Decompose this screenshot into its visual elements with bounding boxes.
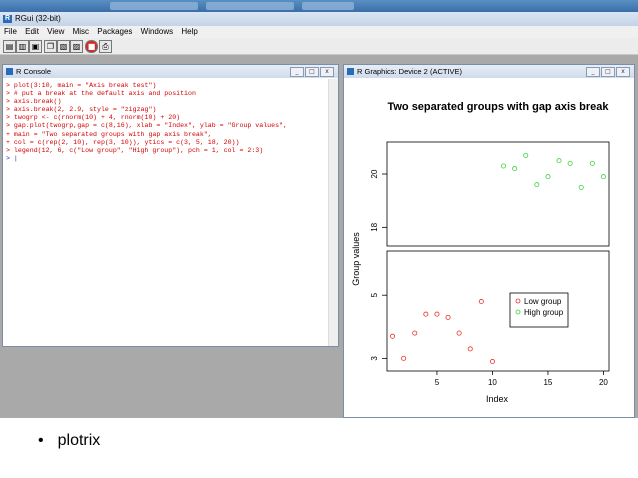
console-line: > legend(12, 6, c("Low group", "High gro… [6,146,264,154]
data-point-high-group [523,152,529,158]
y-axis-label: Group values [351,232,361,286]
data-point-low-group [445,314,451,320]
chart-title: Two separated groups with gap axis break [387,101,609,113]
data-point-high-group [567,160,573,166]
r-console-window: R Console _ □ x > plot(3:10, main = "Axi… [2,64,339,347]
app-title: RGui (32-bit) [15,14,61,23]
console-output[interactable]: > plot(3:10, main = "Axis break test") >… [3,79,328,346]
data-point-high-group [556,158,562,164]
console-line: + col = c(rep(2, 10), rep(3, 10)), ytics… [6,138,240,146]
gap-plot-chart: Two separated groups with gap axis break… [351,101,610,404]
slide-bullet: • plotrix [38,432,100,450]
data-point-low-group [390,333,396,339]
copy-icon[interactable]: ❐ [44,40,57,53]
data-point-high-group [534,182,540,188]
toolbar: ▤ ▥ ▣ ❐ ▧ ▨ ■ ⎙ [0,38,638,55]
rgui-main-window: R RGui (32-bit) File Edit View Misc Pack… [0,12,638,418]
console-line: > plot(3:10, main = "Axis break test") [6,82,157,89]
data-point-low-group [412,330,418,336]
legend-label: Low group [524,297,562,306]
graphics-title-bar: R Graphics: Device 2 (ACTIVE) _ □ x [344,65,634,78]
data-point-low-group [423,311,429,317]
close-button[interactable]: x [616,67,630,77]
data-point-low-group [489,359,495,365]
paste-icon[interactable]: ▧ [57,40,70,53]
close-button[interactable]: x [320,67,334,77]
x-axis-label: Index [486,394,509,404]
bullet-text: plotrix [57,432,101,449]
data-point-high-group [545,174,551,180]
legend-label: High group [524,308,564,317]
plot-area: Two separated groups with gap axis break… [344,79,634,417]
save-workspace-icon[interactable]: ▣ [29,40,42,53]
data-point-high-group [589,160,595,166]
app-title-bar: R RGui (32-bit) [0,12,638,26]
maximize-button[interactable]: □ [601,67,615,77]
data-point-low-group [434,311,440,317]
y-tick-label: 5 [370,292,379,297]
data-point-low-group [478,299,484,305]
stop-icon[interactable]: ■ [85,40,98,53]
y-tick-label: 20 [370,169,379,178]
x-tick-label: 5 [435,378,440,387]
console-title: R Console [16,67,52,76]
menu-packages[interactable]: Packages [97,27,132,36]
menu-help[interactable]: Help [181,27,197,36]
y-tick-label: 3 [370,356,379,361]
minimize-button[interactable]: _ [586,67,600,77]
upper-panel-frame [386,141,610,247]
data-point-high-group [501,163,507,169]
maximize-button[interactable]: □ [305,67,319,77]
console-prompt[interactable]: > | [6,155,325,163]
menu-file[interactable]: File [4,27,17,36]
menu-view[interactable]: View [47,27,64,36]
taskbar-button[interactable] [206,2,294,10]
data-point-high-group [578,184,584,190]
menu-bar: File Edit View Misc Packages Windows Hel… [0,26,638,38]
graphics-device-window: R Graphics: Device 2 (ACTIVE) _ □ x Two … [343,64,635,418]
menu-edit[interactable]: Edit [25,27,39,36]
bullet-icon: • [38,432,44,449]
data-point-low-group [401,355,407,361]
graphics-title: R Graphics: Device 2 (ACTIVE) [357,67,463,76]
console-line: > axis.break() [6,98,62,106]
data-point-low-group [467,346,473,352]
r-window-icon [347,68,354,75]
r-window-icon [6,68,13,75]
load-workspace-icon[interactable]: ▥ [16,40,29,53]
menu-windows[interactable]: Windows [141,27,173,36]
menu-misc[interactable]: Misc [73,27,89,36]
r-logo-icon: R [3,15,12,23]
y-tick-label: 18 [370,222,379,231]
minimize-button[interactable]: _ [290,67,304,77]
console-scrollbar[interactable] [328,79,338,346]
console-line: > twogrp <- c(rnorm(10) + 4, rnorm(10) +… [6,114,181,122]
taskbar-button[interactable] [110,2,198,10]
lower-panel-frame [386,250,610,372]
data-point-high-group [600,174,606,180]
data-point-high-group [512,166,518,172]
console-title-bar: R Console _ □ x [3,65,338,78]
console-line: > gap.plot(twogrp,gap = c(8,16), xlab = … [6,122,287,130]
x-tick-label: 15 [543,378,552,387]
taskbar-button[interactable] [302,2,354,10]
windows-taskbar [0,0,638,12]
print-icon[interactable]: ⎙ [99,40,112,53]
copy-paste-icon[interactable]: ▨ [70,40,83,53]
console-line: > # put a break at the default axis and … [6,90,196,98]
console-line: + main = "Two separated groups with gap … [6,130,212,138]
open-script-icon[interactable]: ▤ [3,40,16,53]
data-point-low-group [456,330,462,336]
x-tick-label: 10 [488,378,497,387]
chart-marks: 18 20 3 5 5 10 15 20 Low group High group [370,141,610,387]
console-line: > axis.break(2, 2.9, style = "zigzag") [6,106,157,114]
x-tick-label: 20 [599,378,608,387]
